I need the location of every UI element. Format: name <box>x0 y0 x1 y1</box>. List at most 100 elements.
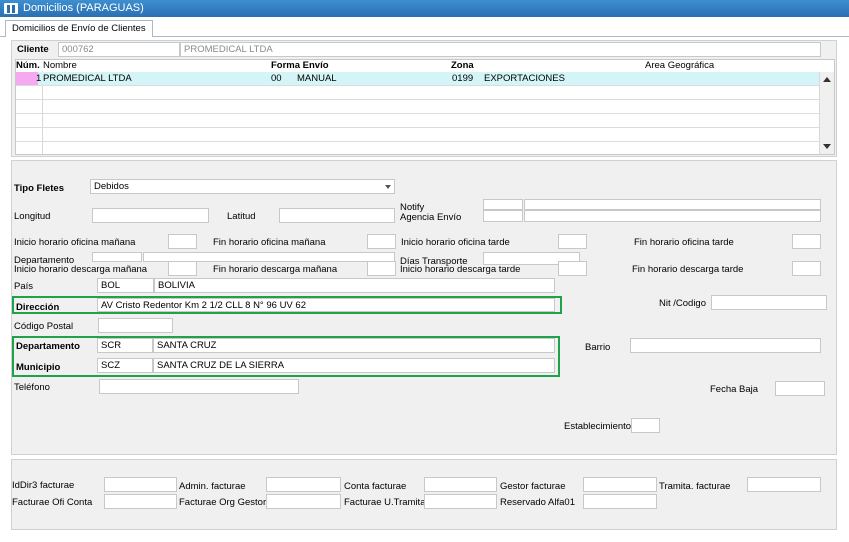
municipio-code-value: SCZ <box>101 360 120 371</box>
grid-row-line <box>16 127 819 128</box>
tramita-field[interactable] <box>747 477 821 492</box>
fin-descarga-manana-label: Fin horario descarga mañana <box>213 264 338 275</box>
barrio-label: Barrio <box>585 342 611 353</box>
direccion-field[interactable]: AV Cristo Redentor Km 2 1/2 CLL 8 N° 96 … <box>97 298 555 312</box>
pais-code-field[interactable]: BOL <box>97 278 154 293</box>
municipio-code-field[interactable]: SCZ <box>97 358 153 373</box>
row-forma-desc: MANUAL <box>297 73 337 84</box>
admin-label: Admin. facturae <box>179 481 246 492</box>
direccion-label: Dirección <box>16 302 60 313</box>
gestor-field[interactable] <box>583 477 657 492</box>
iddir3-label: IdDir3 facturae <box>12 480 75 491</box>
pais-code-value: BOL <box>101 280 121 291</box>
inicio-oficina-tarde-field[interactable] <box>558 234 587 249</box>
u-tramita-field[interactable] <box>424 494 497 509</box>
nit-label: Nit /Codigo <box>659 298 706 309</box>
grid-row-line <box>16 99 819 100</box>
municipio-label: Municipio <box>16 362 61 373</box>
nit-field[interactable] <box>711 295 827 310</box>
pais-label: País <box>14 281 34 292</box>
municipio-name-value: SANTA CRUZ DE LA SIERRA <box>157 360 285 371</box>
grid-row-line <box>16 113 819 114</box>
row-zona-desc: EXPORTACIONES <box>484 73 565 84</box>
inicio-descarga-tarde-field[interactable] <box>558 261 587 276</box>
telefono-label: Teléfono <box>14 382 50 393</box>
org-gestor-field[interactable] <box>266 494 341 509</box>
fin-oficina-tarde-label: Fin horario oficina tarde <box>634 237 734 248</box>
agencia-envio-desc-field[interactable] <box>524 210 821 222</box>
cliente-code-value: 000762 <box>62 44 94 55</box>
fecha-baja-field[interactable] <box>775 381 825 396</box>
notify-field[interactable] <box>483 199 523 210</box>
fin-descarga-manana-field[interactable] <box>367 261 396 276</box>
tramita-label: Tramita. facturae <box>659 481 731 492</box>
latitud-field[interactable] <box>279 208 395 223</box>
grid-header-area: Area Geográfica <box>645 60 715 71</box>
departamento-label: Departamento <box>16 341 80 352</box>
table-row[interactable] <box>16 72 819 85</box>
agencia-envio-label: Agencia Envío <box>400 212 462 223</box>
codigo-postal-label: Código Postal <box>14 321 74 332</box>
grid-scrollbar[interactable] <box>819 72 834 154</box>
chevron-down-icon[interactable] <box>385 185 391 189</box>
inicio-oficina-manana-label: Inicio horario oficina mañana <box>14 237 136 248</box>
fin-descarga-tarde-field[interactable] <box>792 261 821 276</box>
fin-oficina-tarde-field[interactable] <box>792 234 821 249</box>
pais-name-field[interactable]: BOLIVIA <box>154 278 555 293</box>
inicio-descarga-manana-field[interactable] <box>168 261 197 276</box>
reservado-field[interactable] <box>583 494 657 509</box>
fin-oficina-manana-field[interactable] <box>367 234 396 249</box>
tab-domicilios-envio[interactable]: Domicilios de Envío de Clientes <box>5 20 153 37</box>
org-gestor-label: Facturae Org Gestor <box>179 497 267 508</box>
latitud-label: Latitud <box>227 211 256 222</box>
barrio-field[interactable] <box>630 338 821 353</box>
telefono-field[interactable] <box>99 379 299 394</box>
row-marker <box>16 72 38 85</box>
establecimiento-label: Establecimiento <box>564 421 632 432</box>
scroll-up-arrow-icon[interactable] <box>823 77 831 82</box>
departamento-hidden-code-field[interactable] <box>92 252 142 262</box>
window-titlebar: Domicilios (PARAGUAS) <box>0 0 849 17</box>
cliente-name-field[interactable]: PROMEDICAL LTDA <box>180 42 821 57</box>
longitud-field[interactable] <box>92 208 209 223</box>
window-title: Domicilios (PARAGUAS) <box>23 2 144 14</box>
cliente-name-value: PROMEDICAL LTDA <box>184 44 273 55</box>
inicio-descarga-manana-label: Inicio horario descarga mañana <box>14 264 148 275</box>
conta-field[interactable] <box>424 477 497 492</box>
codigo-postal-field[interactable] <box>98 318 173 333</box>
direccion-value: AV Cristo Redentor Km 2 1/2 CLL 8 N° 96 … <box>101 300 306 311</box>
conta-label: Conta facturae <box>344 481 407 492</box>
pais-name-value: BOLIVIA <box>158 280 195 291</box>
iddir3-field[interactable] <box>104 477 177 492</box>
tipo-fletes-select[interactable]: Debidos <box>90 179 395 194</box>
inicio-oficina-manana-field[interactable] <box>168 234 197 249</box>
grid-row-line <box>16 85 819 86</box>
grid-header-num: Núm. <box>16 60 40 71</box>
grid-row-line <box>16 141 819 142</box>
scroll-down-arrow-icon[interactable] <box>823 144 831 149</box>
grid-header-forma-envio: Forma Envío <box>271 60 329 71</box>
establecimiento-field[interactable] <box>631 418 660 433</box>
inicio-oficina-tarde-label: Inicio horario oficina tarde <box>401 237 510 248</box>
fin-descarga-tarde-label: Fin horario descarga tarde <box>632 264 744 275</box>
departamento-code-field[interactable]: SCR <box>97 338 153 353</box>
app-icon <box>4 3 18 14</box>
notify-desc-field[interactable] <box>524 199 821 210</box>
ofi-conta-label: Facturae Ofi Conta <box>12 497 93 508</box>
fecha-baja-label: Fecha Baja <box>710 384 759 395</box>
departamento-name-value: SANTA CRUZ <box>157 340 217 351</box>
reservado-label: Reservado Alfa01 <box>500 497 575 508</box>
agencia-envio-field[interactable] <box>483 210 523 222</box>
inicio-descarga-tarde-label: Inicio horario descarga tarde <box>400 264 521 275</box>
tipo-fletes-label: Tipo Fletes <box>14 183 64 194</box>
gestor-label: Gestor facturae <box>500 481 566 492</box>
cliente-label: Cliente <box>17 44 49 55</box>
row-num: 1 <box>36 73 42 84</box>
municipio-name-field[interactable]: SANTA CRUZ DE LA SIERRA <box>153 358 555 373</box>
departamento-code-value: SCR <box>101 340 122 351</box>
admin-field[interactable] <box>266 477 341 492</box>
cliente-code-field[interactable]: 000762 <box>58 42 180 57</box>
tipo-fletes-value: Debidos <box>94 181 129 192</box>
departamento-name-field[interactable]: SANTA CRUZ <box>153 338 555 353</box>
ofi-conta-field[interactable] <box>104 494 177 509</box>
